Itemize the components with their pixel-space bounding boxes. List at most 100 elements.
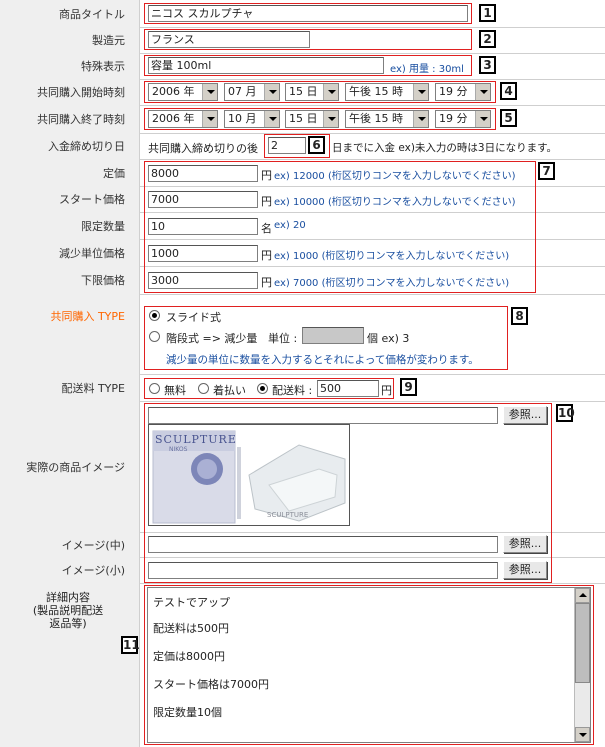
- image-mid-file-input[interactable]: [148, 536, 498, 553]
- shipping-free-radio[interactable]: [149, 383, 160, 394]
- decrease-unit-row: 減少単位価格 1000 円 ex) 1000 (桁区切りコンマを入力しないでくだ…: [0, 239, 605, 266]
- title-input[interactable]: ニコス スカルプチャ: [148, 5, 468, 22]
- lower-limit-row: 下限価格 3000 円 ex) 7000 (桁区切りコンマを入力しないでください…: [0, 266, 605, 294]
- browse-button[interactable]: 参照...: [503, 406, 547, 424]
- end-time-label: 共同購入終了時刻: [0, 105, 140, 133]
- purchase-type-row: 共同購入 TYPE スライド式 階段式 => 減少量 単位 : 個 ex) 3 …: [0, 294, 605, 374]
- chevron-down-icon: [264, 84, 279, 100]
- chevron-down-icon: [323, 84, 338, 100]
- maker-input[interactable]: フランス: [148, 31, 310, 48]
- marker-3: 3: [479, 56, 496, 74]
- shipping-type-label: 配送料 TYPE: [0, 374, 140, 401]
- person-unit: 名: [261, 222, 272, 235]
- start-time-label: 共同購入開始時刻: [0, 79, 140, 105]
- yen-unit: 円: [261, 249, 272, 262]
- chevron-down-icon: [202, 84, 217, 100]
- lower-limit-label: 下限価格: [0, 266, 140, 294]
- shipping-type-row: 配送料 TYPE 無料 着払い 配送料 : 500 円 9: [0, 374, 605, 401]
- end-year-select[interactable]: 2006 年: [148, 110, 218, 128]
- end-day-select[interactable]: 15 日: [285, 110, 339, 128]
- start-price-row: スタート価格 7000 円 ex) 10000 (桁区切りコンマを入力しないでく…: [0, 186, 605, 212]
- end-month-select[interactable]: 10 月: [224, 110, 280, 128]
- maker-label: 製造元: [0, 27, 140, 53]
- shipping-paid-radio[interactable]: [257, 383, 268, 394]
- list-price-input[interactable]: 8000: [148, 165, 258, 182]
- marker-6: 6: [308, 136, 325, 154]
- start-price-label: スタート価格: [0, 186, 140, 212]
- marker-4: 4: [500, 82, 517, 100]
- type-step-radio[interactable]: [149, 331, 160, 342]
- detail-line: 限定数量10個: [153, 706, 222, 719]
- title-row: 商品タイトル ニコス スカルプチャ 1: [0, 0, 605, 27]
- lower-limit-input[interactable]: 3000: [148, 272, 258, 289]
- deadline-row: 入金締め切り日 共同購入締め切りの後 2 6 日までに入金 ex)未入力の時は3…: [0, 133, 605, 159]
- start-month-select[interactable]: 07 月: [224, 83, 280, 101]
- type-unit-input[interactable]: [302, 327, 364, 344]
- decrease-unit-label: 減少単位価格: [0, 239, 140, 266]
- decrease-unit-input[interactable]: 1000: [148, 245, 258, 262]
- image-mid-row: イメージ(中) 参照...: [0, 532, 605, 557]
- scroll-down-icon[interactable]: [575, 727, 590, 742]
- limit-qty-label: 限定数量: [0, 212, 140, 239]
- browse-button[interactable]: 参照...: [503, 561, 547, 579]
- deadline-prefix: 共同購入締め切りの後: [148, 142, 258, 155]
- type-slide-radio[interactable]: [149, 310, 160, 321]
- shipping-paid-label: 配送料 :: [272, 384, 313, 397]
- special-label: 特殊表示: [0, 53, 140, 79]
- detail-line: 定価は8000円: [153, 650, 225, 663]
- product-image-subcaption: NIKOS: [169, 446, 188, 453]
- list-price-row: 定価 8000 円 ex) 12000 (桁区切りコンマを入力しないでください): [0, 159, 605, 186]
- yen-unit: 円: [261, 195, 272, 208]
- scroll-thumb[interactable]: [575, 603, 590, 683]
- shipping-cod-radio[interactable]: [198, 383, 209, 394]
- product-image-file-input[interactable]: [148, 407, 498, 424]
- image-small-file-input[interactable]: [148, 562, 498, 579]
- start-year-select[interactable]: 2006 年: [148, 83, 218, 101]
- yen-unit: 円: [261, 276, 272, 289]
- deadline-label: 入金締め切り日: [0, 133, 140, 159]
- marker-9: 9: [400, 378, 417, 396]
- chevron-down-icon: [323, 111, 338, 127]
- product-image-caption: SCULPTURE: [155, 433, 237, 446]
- end-hour-select[interactable]: 午後 15 時: [345, 110, 429, 128]
- start-time-row: 共同購入開始時刻 2006 年 07 月 15 日 午後 15 時 19 分 4: [0, 79, 605, 105]
- deadline-days-input[interactable]: 2: [268, 137, 306, 154]
- detail-line: 配送料は500円: [153, 622, 229, 635]
- marker-5: 5: [500, 109, 517, 127]
- chevron-down-icon: [413, 111, 428, 127]
- detail-textarea[interactable]: テストでアップ 配送料は500円 定価は8000円 スタート価格は7000円 限…: [147, 587, 591, 743]
- shipping-amount-input[interactable]: 500: [317, 380, 379, 397]
- type-note: 減少量の単位に数量を入力するとそれによって価格が変わります。: [166, 354, 479, 366]
- image-small-row: イメージ(小) 参照...: [0, 557, 605, 583]
- product-image-bottom-caption: SCULPTURE: [267, 511, 309, 519]
- detail-label: 詳細内容 (製品説明配送 返品等): [0, 583, 140, 747]
- shipping-free-label: 無料: [164, 384, 186, 397]
- start-day-select[interactable]: 15 日: [285, 83, 339, 101]
- list-price-hint: ex) 12000 (桁区切りコンマを入力しないでください): [274, 171, 516, 182]
- detail-scrollbar[interactable]: [574, 588, 590, 742]
- shipping-cod-label: 着払い: [213, 384, 246, 397]
- scroll-up-icon[interactable]: [575, 588, 590, 603]
- start-price-input[interactable]: 7000: [148, 191, 258, 208]
- limit-qty-input[interactable]: 10: [148, 218, 258, 235]
- detail-label-line-3: 返品等): [49, 617, 87, 630]
- deadline-suffix: 日までに入金 ex)未入力の時は3日になります。: [332, 142, 558, 154]
- title-label: 商品タイトル: [0, 0, 140, 27]
- browse-button[interactable]: 参照...: [503, 535, 547, 553]
- yen-unit: 円: [261, 169, 272, 182]
- marker-8: 8: [511, 307, 528, 325]
- detail-line: スタート価格は7000円: [153, 678, 269, 691]
- special-input[interactable]: 容量 100ml: [148, 57, 384, 74]
- end-minute-select[interactable]: 19 分: [435, 110, 491, 128]
- start-hour-select[interactable]: 午後 15 時: [345, 83, 429, 101]
- chevron-down-icon: [413, 84, 428, 100]
- start-minute-select[interactable]: 19 分: [435, 83, 491, 101]
- chevron-down-icon: [264, 111, 279, 127]
- special-row: 特殊表示 容量 100ml ex) 用量 : 30ml 3: [0, 53, 605, 79]
- marker-1: 1: [479, 4, 496, 22]
- maker-row: 製造元 フランス 2: [0, 27, 605, 53]
- type-slide-label: スライド式: [166, 311, 221, 324]
- decrease-unit-hint: ex) 1000 (桁区切りコンマを入力しないでください): [274, 251, 510, 262]
- detail-row: 詳細内容 (製品説明配送 返品等) 11 テストでアップ 配送料は500円 定価…: [0, 583, 605, 747]
- type-unit-label: 単位 :: [268, 332, 298, 345]
